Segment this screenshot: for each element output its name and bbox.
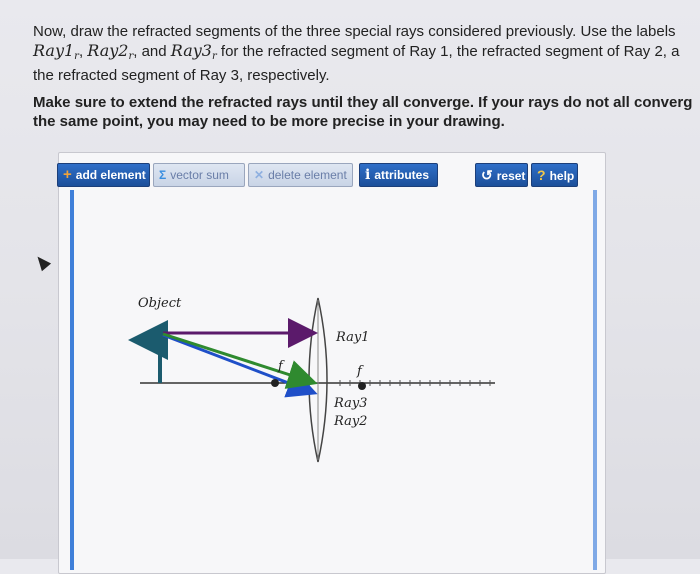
focal-label-right: f [356, 364, 364, 379]
ray2-label: Ray2 [333, 414, 367, 429]
ray3 [162, 332, 318, 389]
focal-point-left [271, 379, 279, 387]
focal-point-right [358, 382, 366, 390]
object-label: Object [138, 296, 182, 311]
lens-diagram: Object Ray1 Ray3 Ray2 f f [128, 296, 495, 463]
ray3-label: Ray3 [333, 396, 367, 411]
ray1-label: Ray1 [335, 330, 369, 345]
